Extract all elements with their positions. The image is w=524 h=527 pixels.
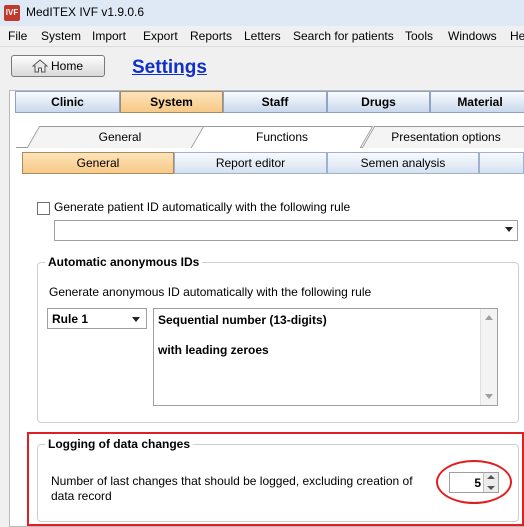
subtab-functions[interactable]: Functions [232,130,332,144]
home-button[interactable]: Home [11,55,105,77]
tab-semen-analysis[interactable]: Semen analysis [327,152,479,174]
menu-windows[interactable]: Windows [448,29,497,43]
patient-id-checkbox[interactable] [37,202,50,215]
title-bar: IVF MedITEX IVF v1.9.0.6 [0,0,524,27]
anonymous-ids-description: Generate anonymous ID automatically with… [49,285,372,299]
subtab-general[interactable]: General [70,130,170,144]
logging-title: Logging of data changes [45,437,194,451]
meditex-logo-icon: IVF [4,5,20,21]
tab-clinic[interactable]: Clinic [15,91,120,113]
home-button-label: Home [51,59,84,73]
menu-letters[interactable]: Letters [244,29,281,43]
highlight-ellipse [436,460,512,504]
scroll-down-icon[interactable] [485,394,493,399]
anonymous-rule-select[interactable]: Rule 1 [47,308,147,329]
chevron-down-icon [505,227,513,232]
tab-staff[interactable]: Staff [223,91,327,113]
menu-export[interactable]: Export [143,29,178,43]
menu-file[interactable]: File [8,29,27,43]
page-title[interactable]: Settings [132,57,207,79]
subtab-presentation-options[interactable]: Presentation options [380,130,512,144]
patient-id-checkbox-label: Generate patient ID automatically with t… [54,200,351,214]
menu-search-patients[interactable]: Search for patients [293,29,394,43]
menu-tools[interactable]: Tools [405,29,433,43]
rule-text-line2: with leading zeroes [158,343,269,357]
window-title: MedITEX IVF v1.9.0.6 [26,5,145,19]
scroll-up-icon[interactable] [485,315,493,320]
rule-description-scrollbar[interactable] [480,309,497,405]
tab-material[interactable]: Material [430,91,524,113]
menu-help[interactable]: He [510,29,524,43]
anonymous-rule-description-box[interactable]: Sequential number (13-digits) with leadi… [153,308,498,406]
menu-import[interactable]: Import [92,29,126,43]
anonymous-rule-value: Rule 1 [52,312,89,326]
tab-drugs[interactable]: Drugs [327,91,430,113]
patient-id-rule-dropdown[interactable] [54,220,518,241]
tab-more[interactable] [479,152,524,174]
tab-system[interactable]: System [120,91,223,113]
tab-functions-general[interactable]: General [22,152,174,174]
logging-description: Number of last changes that should be lo… [51,474,413,503]
tab-report-editor[interactable]: Report editor [174,152,327,174]
anonymous-ids-title: Automatic anonymous IDs [45,255,203,269]
chevron-down-icon [132,317,140,322]
menu-bar: File System Import Export Reports Letter… [0,26,524,47]
menu-system[interactable]: System [41,29,81,43]
rule-text-line1: Sequential number (13-digits) [158,313,327,327]
home-icon [32,59,48,73]
menu-reports[interactable]: Reports [190,29,232,43]
